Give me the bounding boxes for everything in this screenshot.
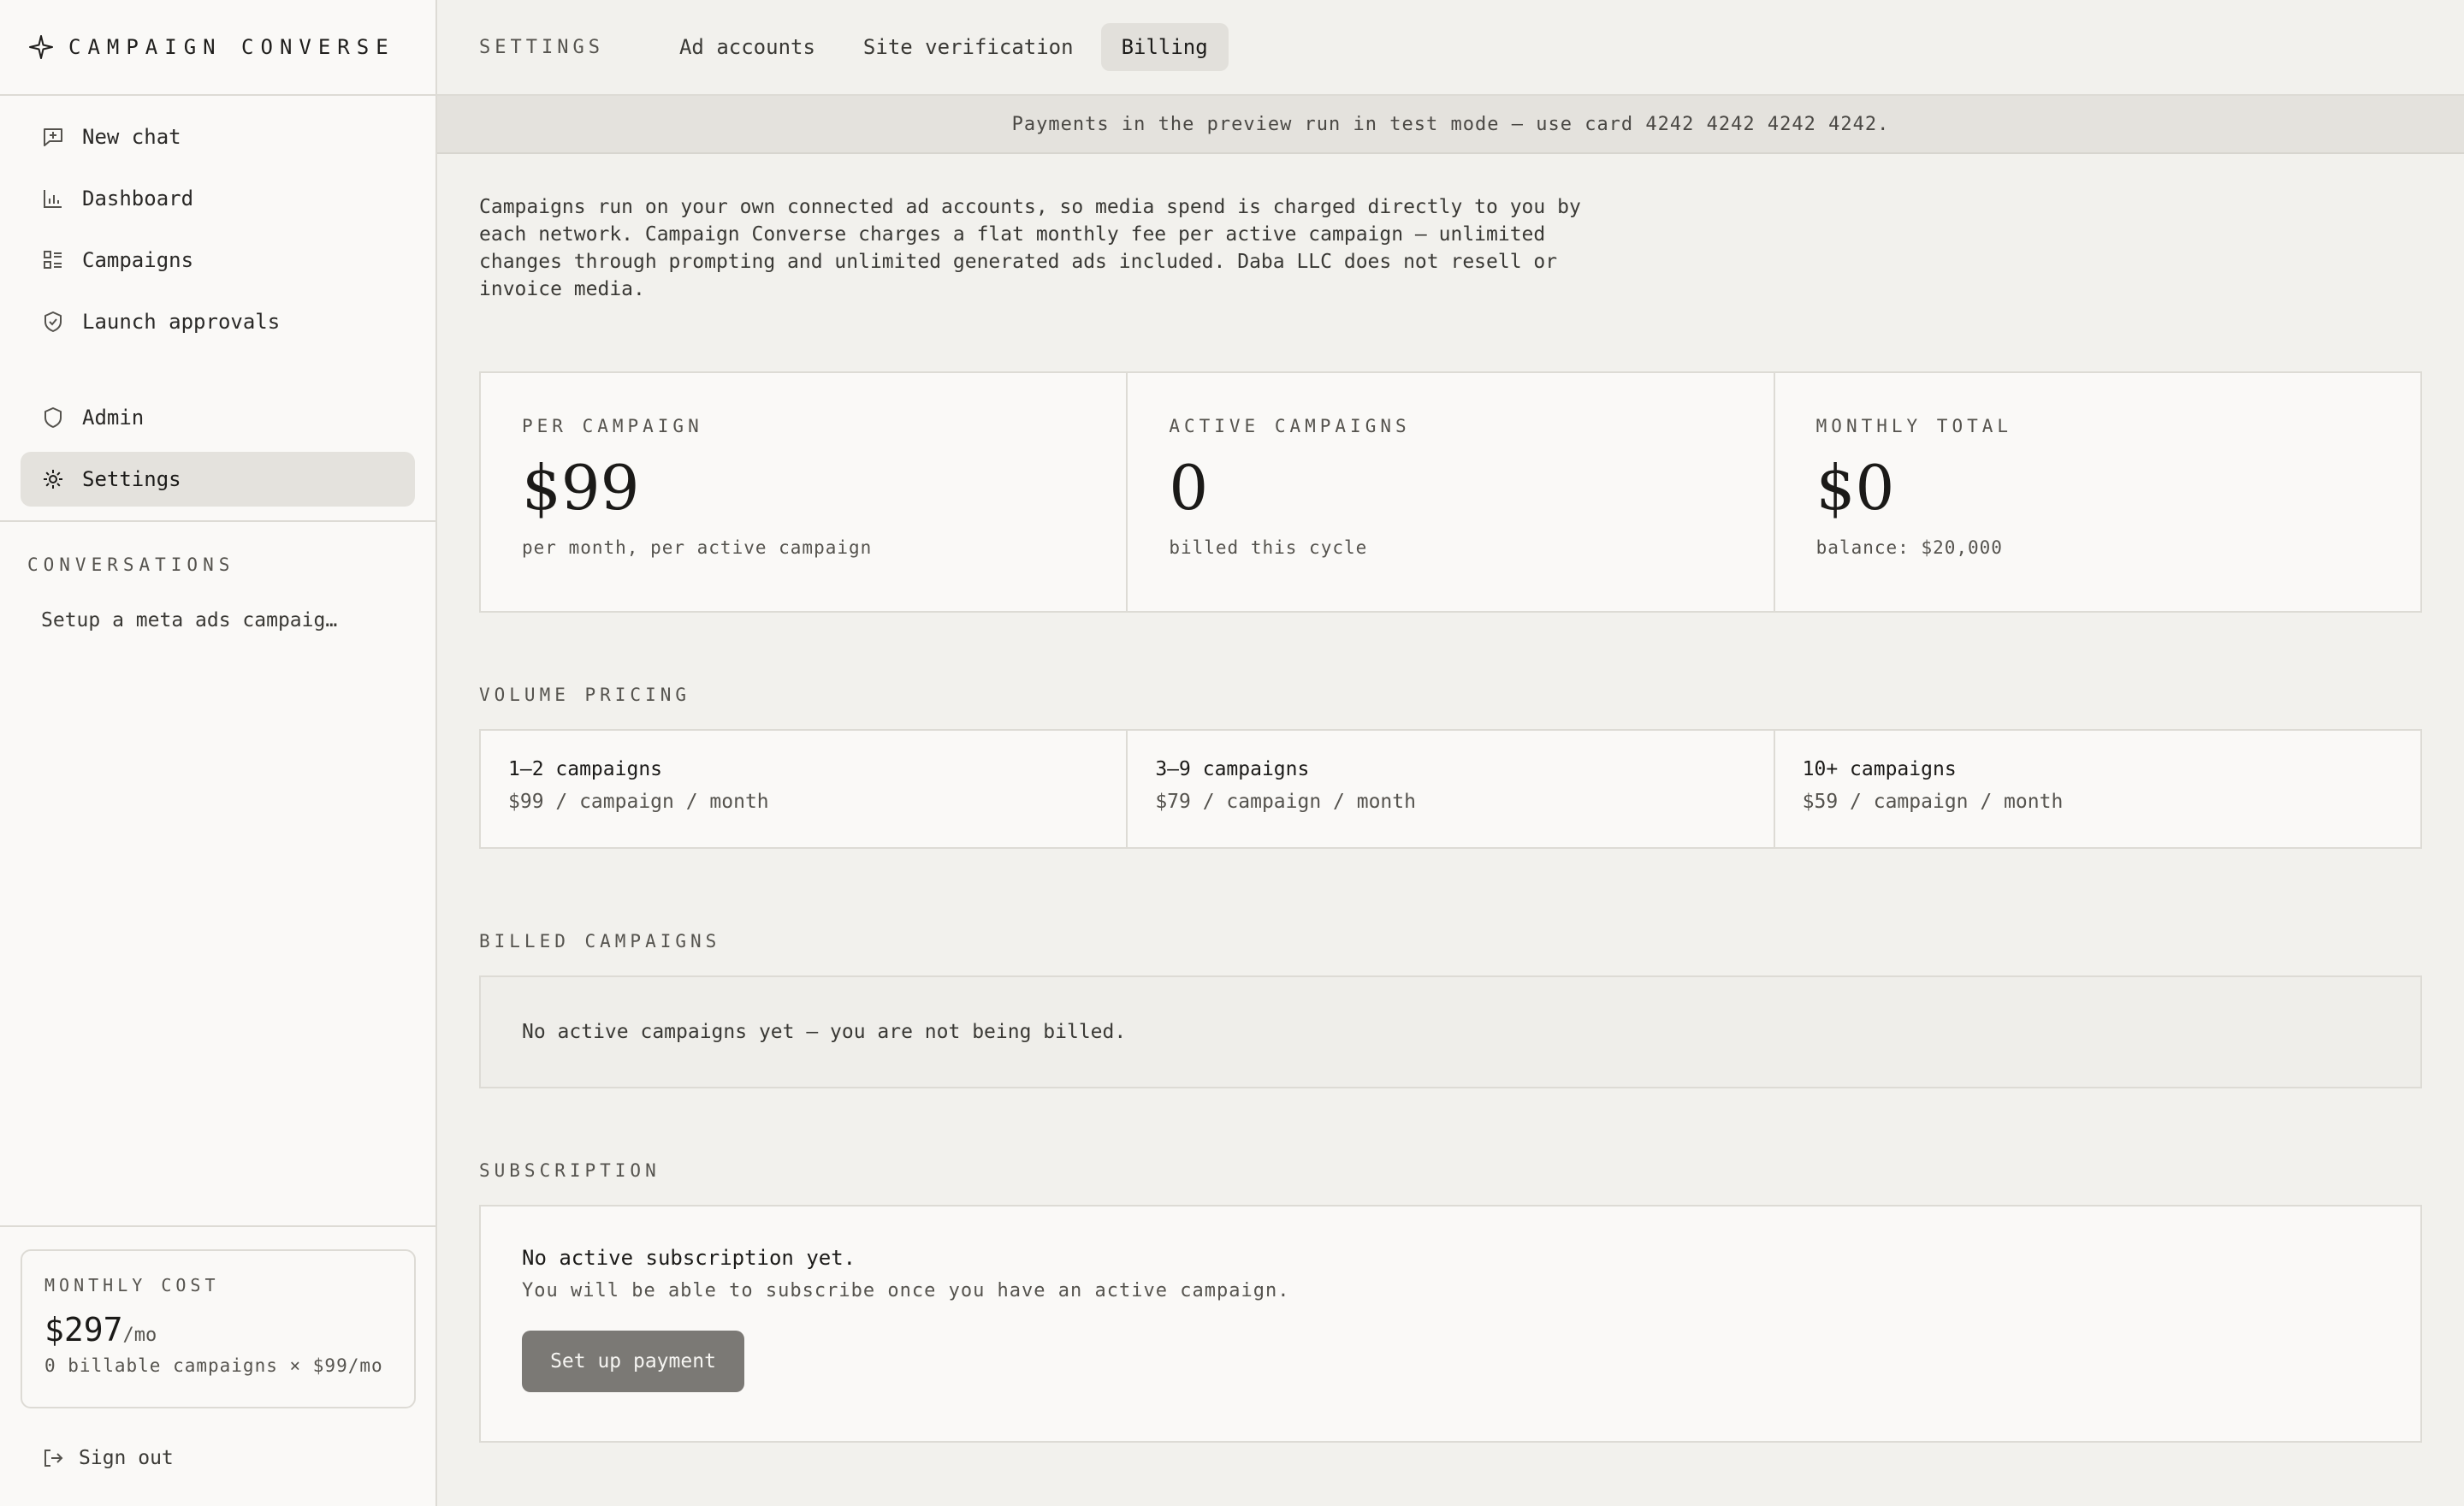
new-chat-icon bbox=[41, 125, 65, 149]
sign-out-icon bbox=[41, 1446, 65, 1470]
pricing-tier: 1–2 campaigns $99 / campaign / month bbox=[481, 731, 1128, 847]
billing-stats: PER CAMPAIGN $99 per month, per active c… bbox=[479, 371, 2422, 613]
settings-header: SETTINGS Ad accounts Site verification B… bbox=[437, 0, 2464, 96]
stat-value: $99 bbox=[522, 452, 640, 524]
sidebar-item-dashboard[interactable]: Dashboard bbox=[21, 171, 415, 226]
billing-content: Campaigns run on your own connected ad a… bbox=[437, 193, 2464, 1443]
monthly-cost-unit: /mo bbox=[122, 1325, 157, 1346]
stat-sub: billed this cycle bbox=[1169, 537, 1368, 558]
set-up-payment-button[interactable]: Set up payment bbox=[522, 1331, 744, 1392]
monthly-cost-value: $297/mo bbox=[44, 1311, 392, 1349]
sidebar-item-launch-approvals[interactable]: Launch approvals bbox=[21, 294, 415, 349]
stat-label: ACTIVE CAMPAIGNS bbox=[1169, 416, 1411, 436]
tab-site-verification[interactable]: Site verification bbox=[843, 23, 1094, 71]
tab-ad-accounts[interactable]: Ad accounts bbox=[659, 23, 836, 71]
monthly-cost-detail: 0 billable campaigns × $99/mo bbox=[44, 1355, 383, 1376]
stat-sub: per month, per active campaign bbox=[522, 537, 873, 558]
sidebar-item-label: Campaigns bbox=[82, 248, 194, 272]
sidebar-item-label: Admin bbox=[82, 406, 145, 430]
sidebar-item-label: Launch approvals bbox=[82, 310, 281, 334]
tier-name: 1–2 campaigns bbox=[508, 758, 663, 780]
sidebar-item-campaigns[interactable]: Campaigns bbox=[21, 233, 415, 288]
stat-value: 0 bbox=[1169, 452, 1209, 524]
tier-price: $99 / campaign / month bbox=[508, 791, 769, 813]
subscription-description: You will be able to subscribe once you h… bbox=[522, 1280, 1290, 1301]
brand[interactable]: CAMPAIGN CONVERSE bbox=[0, 0, 435, 96]
conversations-heading: CONVERSATIONS bbox=[27, 554, 235, 575]
sign-out-label: Sign out bbox=[79, 1447, 174, 1469]
bar-chart-icon bbox=[41, 187, 65, 210]
sidebar-item-settings[interactable]: Settings bbox=[21, 452, 415, 507]
sidebar: CAMPAIGN CONVERSE New chat Dashboard Cam… bbox=[0, 0, 437, 1506]
billing-intro: Campaigns run on your own connected ad a… bbox=[479, 196, 1581, 300]
pricing-tier: 10+ campaigns $59 / campaign / month bbox=[1775, 731, 2420, 847]
billed-campaigns-heading: BILLED CAMPAIGNS bbox=[479, 931, 721, 952]
stat-value: $0 bbox=[1815, 452, 1895, 524]
stat-monthly-total: MONTHLY TOTAL $0 balance: $20,000 bbox=[1775, 373, 2420, 611]
shield-check-icon bbox=[41, 310, 65, 334]
tier-price: $79 / campaign / month bbox=[1155, 791, 1416, 813]
subscription-card: No active subscription yet. You will be … bbox=[479, 1205, 2422, 1443]
sidebar-footer: MONTHLY COST $297/mo 0 billable campaign… bbox=[0, 1225, 435, 1506]
tier-name: 10+ campaigns bbox=[1802, 758, 1957, 780]
page-title: SETTINGS bbox=[479, 36, 604, 58]
gear-icon bbox=[41, 467, 65, 491]
tier-name: 3–9 campaigns bbox=[1155, 758, 1310, 780]
sparkle-icon bbox=[27, 33, 55, 61]
sidebar-item-admin[interactable]: Admin bbox=[21, 390, 415, 445]
sidebar-item-label: New chat bbox=[82, 125, 181, 149]
sidebar-item-label: Dashboard bbox=[82, 187, 194, 210]
monthly-cost-card: MONTHLY COST $297/mo 0 billable campaign… bbox=[21, 1249, 416, 1408]
tier-price: $59 / campaign / month bbox=[1802, 791, 2064, 813]
stat-active-campaigns: ACTIVE CAMPAIGNS 0 billed this cycle bbox=[1128, 373, 1775, 611]
sidebar-item-label: Settings bbox=[82, 467, 181, 491]
monthly-cost-label: MONTHLY COST bbox=[44, 1275, 220, 1296]
tab-billing[interactable]: Billing bbox=[1100, 23, 1229, 71]
test-mode-banner: Payments in the preview run in test mode… bbox=[437, 96, 2464, 154]
sidebar-item-new-chat[interactable]: New chat bbox=[21, 110, 415, 164]
brand-name: CAMPAIGN CONVERSE bbox=[68, 35, 395, 59]
stat-per-campaign: PER CAMPAIGN $99 per month, per active c… bbox=[481, 373, 1128, 611]
main-content: SETTINGS Ad accounts Site verification B… bbox=[437, 0, 2464, 1506]
sign-out-button[interactable]: Sign out bbox=[41, 1446, 174, 1470]
subscription-title: No active subscription yet. bbox=[522, 1246, 856, 1270]
volume-pricing-heading: VOLUME PRICING bbox=[479, 685, 691, 705]
conversation-item[interactable]: Setup a meta ads campaig… bbox=[0, 575, 435, 631]
billed-campaigns-empty: No active campaigns yet — you are not be… bbox=[479, 975, 2422, 1088]
stat-sub: balance: $20,000 bbox=[1815, 537, 2003, 558]
stat-label: PER CAMPAIGN bbox=[522, 416, 703, 436]
volume-pricing-tiers: 1–2 campaigns $99 / campaign / month 3–9… bbox=[479, 729, 2422, 849]
subscription-heading: SUBSCRIPTION bbox=[479, 1160, 660, 1181]
list-icon bbox=[41, 248, 65, 272]
stat-label: MONTHLY TOTAL bbox=[1815, 416, 2013, 436]
pricing-tier: 3–9 campaigns $79 / campaign / month bbox=[1128, 731, 1775, 847]
shield-icon bbox=[41, 406, 65, 430]
monthly-cost-amount: $297 bbox=[44, 1311, 123, 1349]
sidebar-nav: New chat Dashboard Campaigns Launch appr… bbox=[0, 96, 435, 507]
